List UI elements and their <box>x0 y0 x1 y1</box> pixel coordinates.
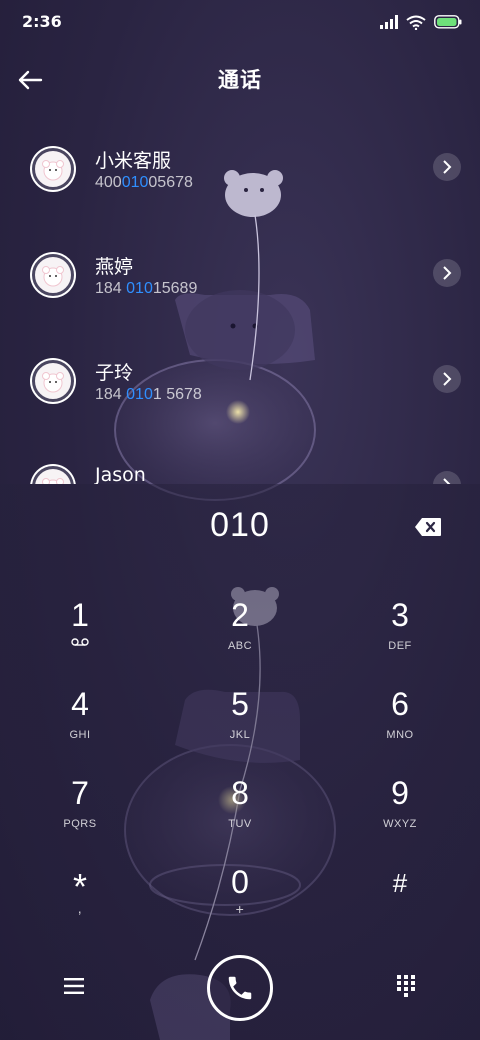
key-digit: 9 <box>391 775 409 811</box>
key-0[interactable]: 0 + <box>180 864 300 944</box>
keypad-icon <box>397 975 415 997</box>
signal-icon <box>380 15 398 29</box>
key-letters: JKL <box>229 729 251 741</box>
key-letters: , <box>77 900 83 916</box>
header: 通话 <box>0 44 480 114</box>
contact-detail-button[interactable] <box>433 153 461 181</box>
chevron-right-icon <box>443 266 452 280</box>
key-3[interactable]: 3 DEF <box>340 597 460 677</box>
list-item[interactable]: 燕婷 184 01015689 <box>0 220 480 326</box>
menu-icon <box>64 978 84 994</box>
number-suffix: 15689 <box>152 280 198 297</box>
key-9[interactable]: 9 WXYZ <box>340 775 460 855</box>
voicemail-icon <box>20 637 140 650</box>
number-prefix: 184 <box>95 280 127 297</box>
number-match: 010 <box>126 386 153 403</box>
key-hash[interactable]: # <box>340 864 460 944</box>
key-digit: # <box>392 868 408 898</box>
key-letters: PQRS <box>63 818 97 830</box>
key-digit: 6 <box>391 686 409 722</box>
number-suffix: 1 5678 <box>152 386 202 403</box>
key-letters: TUV <box>228 818 252 830</box>
keypad-toggle-button[interactable] <box>386 966 426 1006</box>
contact-name: 子玲 <box>95 362 134 384</box>
contact-name: 小米客服 <box>95 150 172 172</box>
key-letters: GHI <box>69 729 91 741</box>
key-digit: 8 <box>231 775 249 811</box>
bear-avatar-icon <box>42 478 64 484</box>
key-8[interactable]: 8 TUV <box>180 775 300 855</box>
chevron-right-icon <box>443 160 452 174</box>
bear-avatar-icon <box>42 266 64 287</box>
contact-number: 184 0101 5678 <box>95 386 202 404</box>
key-digit: 3 <box>391 597 409 633</box>
key-star[interactable]: * , <box>20 864 140 944</box>
list-item[interactable]: Jason <box>0 432 480 484</box>
avatar <box>32 360 74 402</box>
page-title: 通话 <box>218 68 262 92</box>
contact-detail-button[interactable] <box>433 259 461 287</box>
chevron-right-icon <box>443 372 452 386</box>
backspace-icon <box>415 518 441 536</box>
phone-icon <box>228 976 252 1000</box>
key-digit: 0 <box>231 864 249 900</box>
key-digit: 1 <box>71 597 89 633</box>
dialer-screen: 2:36 通话 小米客服 40001005678 燕婷 184 01015689… <box>0 0 480 1040</box>
contact-name: 燕婷 <box>95 256 134 278</box>
number-prefix: 400 <box>95 174 122 191</box>
contact-list: 小米客服 40001005678 燕婷 184 01015689 子玲 184 … <box>0 114 480 484</box>
key-letters: ABC <box>227 640 253 652</box>
key-letters: WXYZ <box>383 818 417 830</box>
number-match: 010 <box>126 280 153 297</box>
backspace-button[interactable] <box>408 512 448 542</box>
contact-name: Jason <box>95 464 146 484</box>
key-letters: + <box>235 901 245 917</box>
key-digit: 2 <box>231 597 249 633</box>
bear-avatar-icon <box>42 372 64 393</box>
key-digit: 4 <box>71 686 89 722</box>
status-time: 2:36 <box>22 12 62 31</box>
list-item[interactable]: 小米客服 40001005678 <box>0 114 480 220</box>
contact-number: 40001005678 <box>95 174 193 192</box>
avatar <box>32 466 74 484</box>
avatar <box>32 254 74 296</box>
key-letters: DEF <box>388 640 412 652</box>
key-4[interactable]: 4 GHI <box>20 686 140 766</box>
call-button[interactable] <box>207 955 273 1021</box>
key-5[interactable]: 5 JKL <box>180 686 300 766</box>
key-digit: 7 <box>71 775 89 811</box>
key-2[interactable]: 2 ABC <box>180 597 300 677</box>
contact-detail-button[interactable] <box>433 365 461 393</box>
key-6[interactable]: 6 MNO <box>340 686 460 766</box>
key-7[interactable]: 7 PQRS <box>20 775 140 855</box>
key-digit: 5 <box>231 686 249 722</box>
avatar <box>32 148 74 190</box>
battery-icon <box>434 15 462 29</box>
bear-avatar-icon <box>42 160 64 181</box>
wifi-icon <box>406 15 426 30</box>
contact-number: 184 01015689 <box>95 280 197 298</box>
number-prefix: 184 <box>95 386 127 403</box>
status-bar: 2:36 <box>0 0 480 44</box>
number-match: 010 <box>121 174 149 191</box>
menu-button[interactable] <box>54 966 94 1006</box>
status-icons <box>380 14 462 30</box>
list-item[interactable]: 子玲 184 0101 5678 <box>0 326 480 432</box>
key-1[interactable]: 1 <box>20 597 140 677</box>
number-suffix: 05678 <box>148 174 193 191</box>
key-letters: MNO <box>386 729 414 741</box>
contact-detail-button[interactable] <box>433 471 461 484</box>
